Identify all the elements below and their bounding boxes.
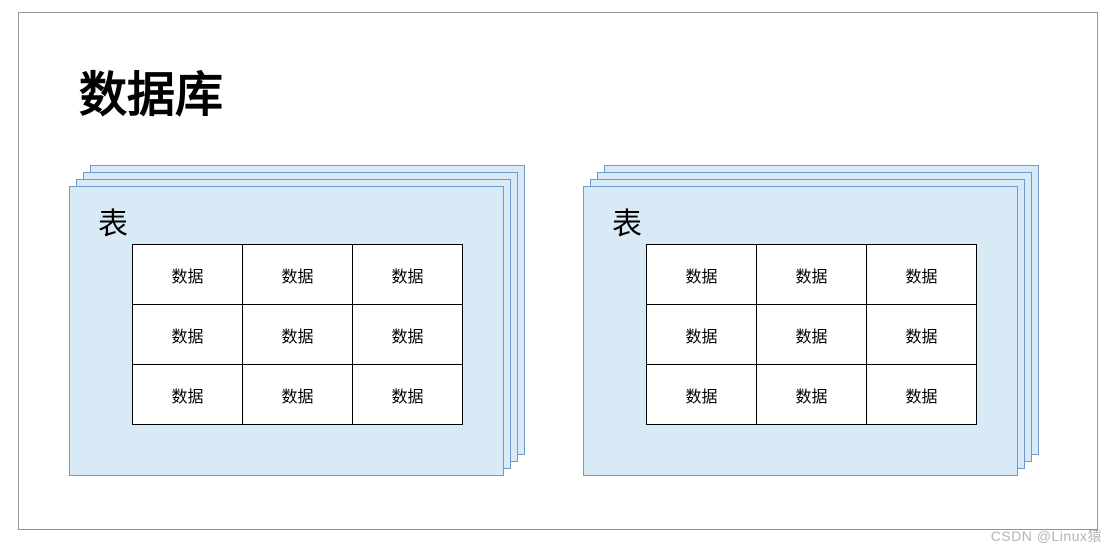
stack-card-front: 表 数据 数据 数据 数据 数据 数据 数据 数据 数据 bbox=[69, 186, 504, 476]
data-grid: 数据 数据 数据 数据 数据 数据 数据 数据 数据 bbox=[132, 244, 463, 425]
table-row: 数据 数据 数据 bbox=[647, 365, 977, 425]
database-title: 数据库 bbox=[79, 55, 223, 125]
data-grid: 数据 数据 数据 数据 数据 数据 数据 数据 数据 bbox=[646, 244, 977, 425]
table-stack-left: 表 数据 数据 数据 数据 数据 数据 数据 数据 数据 bbox=[69, 165, 525, 480]
table-title: 表 bbox=[98, 199, 128, 243]
watermark-text: CSDN @Linux猿 bbox=[991, 526, 1102, 546]
table-row: 数据 数据 数据 bbox=[647, 245, 977, 305]
table-row: 数据 数据 数据 bbox=[133, 245, 463, 305]
table-row: 数据 数据 数据 bbox=[647, 305, 977, 365]
data-cell: 数据 bbox=[647, 365, 757, 425]
stack-card-front: 表 数据 数据 数据 数据 数据 数据 数据 数据 数据 bbox=[583, 186, 1018, 476]
data-cell: 数据 bbox=[133, 245, 243, 305]
data-cell: 数据 bbox=[133, 365, 243, 425]
table-title: 表 bbox=[612, 199, 642, 243]
table-row: 数据 数据 数据 bbox=[133, 365, 463, 425]
table-stack-right: 表 数据 数据 数据 数据 数据 数据 数据 数据 数据 bbox=[583, 165, 1039, 480]
data-cell: 数据 bbox=[867, 305, 977, 365]
data-cell: 数据 bbox=[757, 365, 867, 425]
database-frame: 数据库 表 数据 数据 数据 数据 数据 数据 数据 数据 bbox=[18, 12, 1098, 530]
data-cell: 数据 bbox=[353, 365, 463, 425]
table-row: 数据 数据 数据 bbox=[133, 305, 463, 365]
data-cell: 数据 bbox=[647, 305, 757, 365]
data-cell: 数据 bbox=[243, 365, 353, 425]
data-cell: 数据 bbox=[757, 305, 867, 365]
data-cell: 数据 bbox=[867, 365, 977, 425]
data-cell: 数据 bbox=[243, 245, 353, 305]
data-cell: 数据 bbox=[867, 245, 977, 305]
data-cell: 数据 bbox=[647, 245, 757, 305]
data-cell: 数据 bbox=[757, 245, 867, 305]
data-cell: 数据 bbox=[243, 305, 353, 365]
data-cell: 数据 bbox=[133, 305, 243, 365]
data-cell: 数据 bbox=[353, 245, 463, 305]
data-cell: 数据 bbox=[353, 305, 463, 365]
